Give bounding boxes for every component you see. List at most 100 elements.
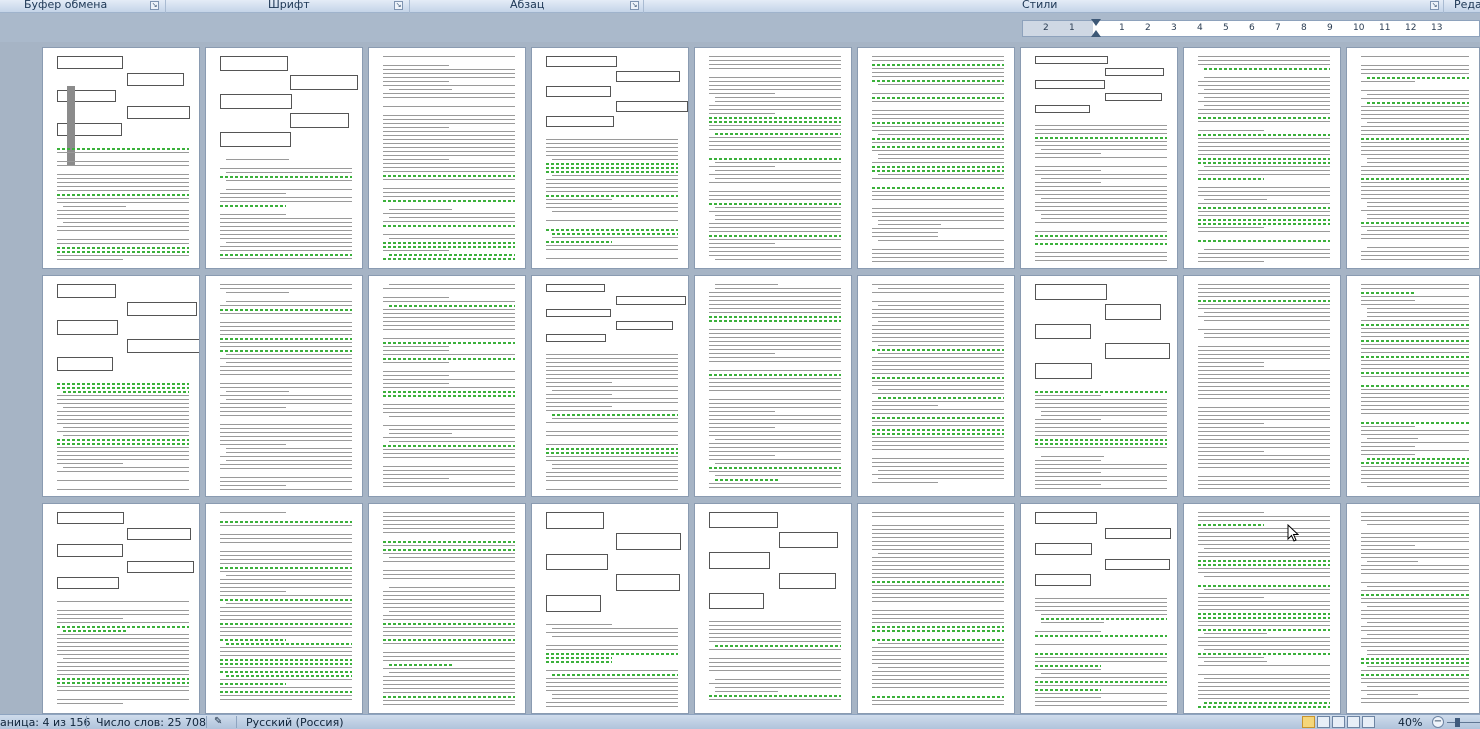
web-layout-icon[interactable]: [1332, 716, 1345, 728]
diagram-box: [1105, 558, 1170, 571]
text-line: [552, 694, 678, 695]
zoom-out-button[interactable]: −: [1432, 716, 1444, 728]
zoom-level[interactable]: 40%: [1398, 716, 1422, 729]
dialog-launcher-icon[interactable]: ↘: [394, 1, 403, 10]
text-line: [383, 474, 515, 475]
text-line: [1035, 644, 1167, 645]
text-line: [383, 297, 449, 298]
horizontal-ruler[interactable]: 2 1 1 2 3 4 5 6 7 8 9 10 11 12 13: [1022, 19, 1480, 37]
hanging-indent-marker[interactable]: [1091, 30, 1101, 37]
ribbon-group-labels: Буфер обмена ↘ Шрифт ↘ Абзац ↘ Стили ↘ Р…: [0, 0, 1480, 13]
page-thumbnail[interactable]: [1346, 275, 1480, 497]
page-thumbnail[interactable]: [857, 503, 1015, 714]
word-count[interactable]: Число слов: 25 708: [96, 716, 206, 729]
page-thumbnail[interactable]: [857, 47, 1015, 269]
text-line: [709, 633, 841, 634]
diagram-box: [1035, 80, 1105, 89]
page-thumbnail[interactable]: [1346, 503, 1480, 714]
spellcheck-underline: [1198, 564, 1330, 566]
page-thumbnail[interactable]: [205, 47, 363, 269]
text-line: [1198, 520, 1330, 521]
page-thumbnail[interactable]: [1020, 503, 1178, 714]
page-thumbnail[interactable]: [368, 275, 526, 497]
text-line: [872, 253, 1004, 254]
text-line: [715, 215, 841, 216]
text-line: [872, 651, 1004, 652]
spellcheck-underline: [552, 233, 678, 235]
text-line: [220, 313, 352, 314]
dialog-launcher-icon[interactable]: ↘: [630, 1, 639, 10]
page-thumbnail[interactable]: [694, 275, 852, 497]
text-line: [220, 468, 352, 469]
page-thumbnail[interactable]: [1183, 503, 1341, 714]
text-line: [709, 390, 841, 391]
page-thumbnail[interactable]: [857, 275, 1015, 497]
text-line: [383, 313, 515, 314]
text-line: [546, 220, 678, 221]
text-line: [1035, 129, 1167, 130]
text-line: [1361, 332, 1469, 333]
spellcheck-underline: [220, 350, 352, 352]
dialog-launcher-icon[interactable]: ↘: [1430, 1, 1439, 10]
text-line: [1361, 146, 1469, 147]
text-line: [1198, 415, 1330, 416]
print-layout-icon[interactable]: [1302, 716, 1315, 728]
page-thumbnail[interactable]: [1183, 47, 1341, 269]
text-line: [872, 292, 1004, 293]
spellcheck-underline: [1035, 653, 1167, 655]
text-line: [546, 460, 678, 461]
text-line: [546, 139, 678, 140]
page-thumbnail[interactable]: [531, 503, 689, 714]
page-thumbnail[interactable]: [531, 47, 689, 269]
diagram-label-block: [67, 86, 75, 166]
page-thumbnail[interactable]: [42, 503, 200, 714]
text-line: [1367, 94, 1469, 95]
text-line: [709, 666, 841, 667]
text-line: [709, 683, 841, 684]
zoom-slider-thumb[interactable]: [1455, 718, 1460, 727]
diagram-box: [709, 512, 778, 529]
page-thumbnail[interactable]: [1020, 47, 1178, 269]
page-thumbnail[interactable]: [694, 47, 852, 269]
first-line-indent-marker[interactable]: [1091, 19, 1101, 26]
page-thumbnail[interactable]: [1346, 47, 1480, 269]
text-line: [1198, 113, 1330, 114]
text-line: [1198, 394, 1330, 395]
text-line: [383, 684, 515, 685]
text-line: [220, 607, 352, 608]
page-thumbnail[interactable]: [205, 275, 363, 497]
spellcheck-icon[interactable]: ✎: [214, 716, 222, 727]
text-line: [1035, 447, 1167, 448]
text-line: [220, 655, 352, 656]
page-thumbnail[interactable]: [694, 503, 852, 714]
text-line: [1198, 512, 1264, 513]
text-line: [1198, 203, 1330, 204]
text-line: [1035, 157, 1167, 158]
full-screen-reading-icon[interactable]: [1317, 716, 1330, 728]
page-thumbnail[interactable]: [531, 275, 689, 497]
page-thumbnail[interactable]: [368, 47, 526, 269]
page-count[interactable]: аница: 4 из 156: [0, 716, 91, 729]
page-thumbnail[interactable]: [42, 47, 200, 269]
language-indicator[interactable]: Русский (Россия): [246, 716, 344, 729]
outline-icon[interactable]: [1347, 716, 1360, 728]
text-line: [709, 247, 841, 248]
group-font: Шрифт ↘: [166, 0, 410, 13]
page-thumbnail[interactable]: [1020, 275, 1178, 497]
text-line: [709, 423, 841, 424]
text-line: [872, 284, 1004, 285]
dialog-launcher-icon[interactable]: ↘: [150, 1, 159, 10]
ruler-tick: 9: [1327, 23, 1333, 33]
text-line: [1198, 93, 1330, 94]
text-line: [1198, 455, 1330, 456]
page-thumbnail[interactable]: [42, 275, 200, 497]
page-thumbnail[interactable]: [205, 503, 363, 714]
text-line: [1361, 150, 1469, 151]
text-line: [1035, 693, 1167, 694]
page-thumbnail[interactable]: [368, 503, 526, 714]
page-thumbnail[interactable]: [1183, 275, 1341, 497]
draft-icon[interactable]: [1362, 716, 1375, 728]
zoom-slider[interactable]: [1447, 722, 1480, 723]
spellcheck-underline: [1035, 439, 1167, 441]
text-line: [383, 221, 515, 222]
